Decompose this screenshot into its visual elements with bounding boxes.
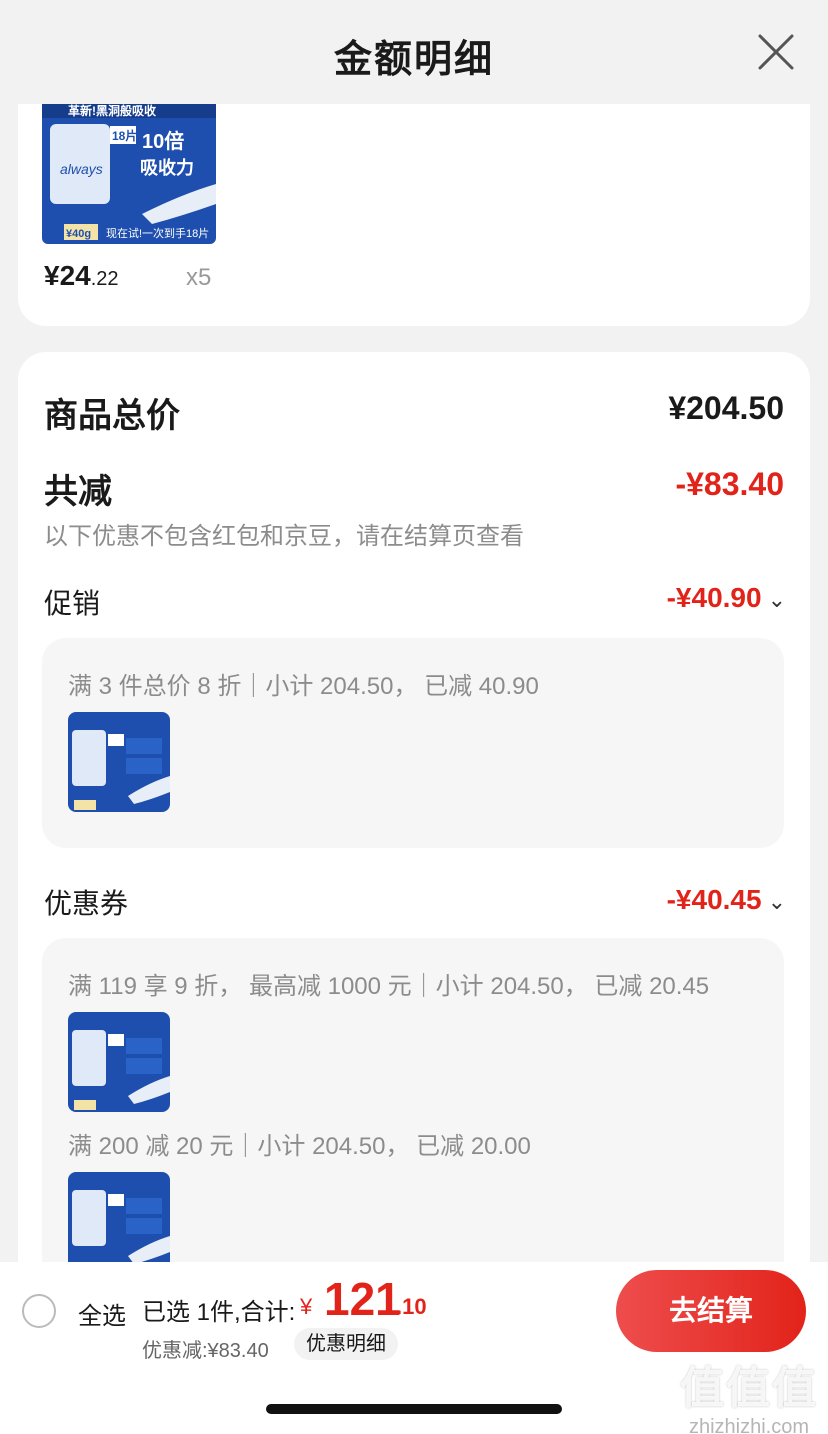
promotion-detail-text: 满 3 件总价 8 折｜小计 204.50， 已减 40.90 — [68, 673, 539, 700]
chevron-down-icon: ⌄ — [767, 587, 786, 612]
total-reduce-value: -¥83.40 — [675, 466, 784, 502]
promotion-toggle[interactable]: -¥40.90 ⌄ — [667, 582, 786, 614]
pack-brand: always — [60, 161, 103, 177]
modal-title: 金额明细 — [333, 39, 494, 81]
pack-bottom: 现在试!一次到手18片 — [106, 226, 209, 240]
select-all-label[interactable]: 全选 — [78, 1296, 126, 1331]
coupon-label: 优惠券 — [44, 888, 129, 919]
coupon-product-thumbnail-2[interactable] — [68, 1172, 170, 1272]
product-quantity: x5 — [186, 264, 212, 291]
watermark-logo: 值值值 — [680, 1364, 818, 1413]
goods-total-label: 商品总价 — [44, 397, 180, 435]
promotion-detail: 满 3 件总价 8 折｜小计 204.50， 已减 40.90 — [42, 638, 784, 848]
total-integer: 121 — [324, 1273, 401, 1325]
pack-weight: ¥40g — [66, 228, 91, 240]
total-decimal: .10 — [396, 1294, 427, 1319]
promotion-label: 促销 — [44, 588, 101, 619]
price-integer: ¥24 — [44, 260, 91, 291]
amount-detail-card: 商品总价 ¥204.50 共减 -¥83.40 以下优惠不包含红包和京豆，请在结… — [18, 352, 810, 1358]
promotion-value: -¥40.90 — [666, 582, 762, 613]
checkout-button[interactable]: 去结算 — [616, 1270, 806, 1352]
watermark: 值值值 zhizhizhi.com — [680, 1352, 818, 1434]
coupon-product-thumbnail-1[interactable] — [68, 1012, 170, 1112]
price-decimal: .22 — [90, 268, 119, 290]
product-price: ¥24.22 — [44, 260, 119, 292]
selected-count-text: 已选 1件,合计: — [142, 1299, 296, 1326]
pack-10x: 10倍 — [142, 129, 184, 153]
promotion-product-thumbnail[interactable] — [68, 712, 170, 812]
total-currency: ¥ — [300, 1294, 313, 1319]
pack-count: 18片 — [112, 128, 137, 143]
watermark-url: zhizhizhi.com — [688, 1416, 810, 1434]
total-reduce-label: 共减 — [44, 473, 112, 511]
close-icon — [758, 34, 794, 70]
coupon-detail-text-2: 满 200 减 20 元｜小计 204.50， 已减 20.00 — [68, 1133, 531, 1160]
coupon-detail-text-1: 满 119 享 9 折， 最高减 1000 元｜小计 204.50， 已减 20… — [68, 973, 710, 1000]
discount-detail-button[interactable]: 优惠明细 — [294, 1328, 398, 1360]
chevron-down-icon: ⌄ — [767, 889, 786, 914]
goods-total-value: ¥204.50 — [668, 390, 784, 426]
product-card: 革新!黑洞般吸收 always 18片 10倍 吸收力 ¥40g 现在试!一次到… — [18, 104, 810, 326]
select-all-radio[interactable] — [22, 1294, 56, 1328]
close-button[interactable] — [756, 32, 796, 72]
pack-headline: 革新!黑洞般吸收 — [68, 104, 156, 118]
discount-note: 以下优惠不包含红包和京豆，请在结算页查看 — [44, 523, 524, 550]
product-thumbnail[interactable]: 革新!黑洞般吸收 always 18片 10倍 吸收力 ¥40g 现在试!一次到… — [42, 104, 216, 244]
home-indicator — [266, 1404, 562, 1414]
modal-header: 金额明细 — [0, 0, 828, 104]
pack-absorb: 吸收力 — [140, 157, 194, 178]
coupon-toggle[interactable]: -¥40.45 ⌄ — [667, 884, 786, 916]
discount-amount: 优惠减:¥83.40 — [142, 1340, 269, 1362]
coupon-value: -¥40.45 — [666, 884, 762, 915]
